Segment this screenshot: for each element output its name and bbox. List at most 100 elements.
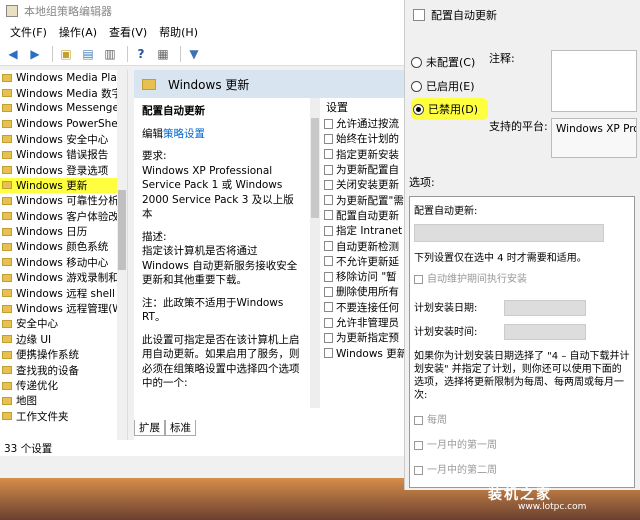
- tree-item[interactable]: Windows 远程 shell: [0, 285, 127, 300]
- filter-icon[interactable]: ▼: [185, 45, 203, 63]
- setting-item[interactable]: 移除访问 "暂: [320, 269, 404, 284]
- tree-item[interactable]: Windows 更新: [0, 177, 127, 194]
- properties-icon[interactable]: ▦: [154, 45, 172, 63]
- settings-column-header[interactable]: 设置: [320, 98, 404, 116]
- title-bar: 本地组策略编辑器: [0, 0, 404, 22]
- setting-item[interactable]: 为更新配置"需: [320, 192, 404, 207]
- tree-item[interactable]: 边缘 UI: [0, 332, 127, 347]
- tree-item[interactable]: 查找我的设备: [0, 362, 127, 377]
- install-day-dropdown[interactable]: [504, 300, 586, 316]
- tab-extended[interactable]: 扩展: [134, 420, 165, 436]
- first-week-checkbox[interactable]: [414, 440, 423, 450]
- setting-item[interactable]: 自动更新检测: [320, 238, 404, 253]
- setting-item[interactable]: 配置自动更新: [320, 208, 404, 223]
- tree-item[interactable]: Windows Media 数字权: [0, 85, 127, 100]
- tree-item[interactable]: Windows Media Playe: [0, 70, 127, 85]
- comment-label: 注释:: [489, 52, 515, 65]
- setting-item[interactable]: 始终在计划的: [320, 131, 404, 146]
- folder-icon: [2, 396, 12, 405]
- setting-item[interactable]: 为更新配置自: [320, 162, 404, 177]
- install-time-label: 计划安装时间:: [414, 326, 478, 338]
- setting-item[interactable]: 指定更新安装: [320, 147, 404, 162]
- more-text: 此设置可指定是否在该计算机上启用自动更新。如果启用了服务，则必须在组策略设置中选…: [142, 333, 300, 390]
- gpedit-window: 本地组策略编辑器 文件(F) 操作(A) 查看(V) 帮助(H) ◀ ▶ ▣ ▤…: [0, 0, 404, 478]
- tree-item[interactable]: Windows 移动中心: [0, 255, 127, 270]
- folder-icon: [2, 289, 12, 298]
- policy-setting-icon: [324, 317, 333, 328]
- tree-item[interactable]: Windows 登录选项: [0, 162, 127, 177]
- edit-policy-link[interactable]: 策略设置: [163, 128, 205, 140]
- up-folder-icon[interactable]: ▣: [57, 45, 75, 63]
- description-scrollbar[interactable]: [310, 98, 320, 408]
- second-week-checkbox[interactable]: [414, 465, 423, 475]
- schedule-note: 如果你为计划安装日期选择了 "4 – 自动下载并计划安装" 并指定了计划，则你还…: [414, 351, 630, 401]
- tree-item[interactable]: Windows 可靠性分析: [0, 193, 127, 208]
- watermark-logo: 装机之家 www.lotpc.com: [488, 487, 587, 512]
- setting-item[interactable]: 不允许更新延: [320, 254, 404, 269]
- comment-textarea[interactable]: [551, 50, 637, 112]
- radio-icon[interactable]: [411, 80, 422, 92]
- help-icon[interactable]: ?: [132, 45, 150, 63]
- setting-item[interactable]: 允许非管理员: [320, 315, 404, 330]
- tree-item[interactable]: Windows 颜色系统: [0, 239, 127, 254]
- setting-item[interactable]: 指定 Intranet: [320, 223, 404, 238]
- radio-not-configured[interactable]: 未配置(C): [411, 54, 475, 70]
- tree-item[interactable]: Windows 错误报告: [0, 147, 127, 162]
- menu-view[interactable]: 查看(V): [103, 24, 153, 40]
- policy-setting-icon: [324, 256, 333, 267]
- back-icon[interactable]: ◀: [4, 45, 22, 63]
- folder-icon: [2, 366, 12, 375]
- tree-item[interactable]: 便携操作系统: [0, 347, 127, 362]
- install-time-dropdown[interactable]: [504, 324, 586, 340]
- show-tree-icon[interactable]: ▤: [79, 45, 97, 63]
- folder-icon: [2, 350, 12, 359]
- tree-scrollbar[interactable]: [117, 70, 127, 440]
- config-dropdown[interactable]: [414, 224, 604, 242]
- tree-item[interactable]: Windows Messenger: [0, 101, 127, 116]
- setting-item[interactable]: 删除使用所有: [320, 284, 404, 299]
- policy-setting-icon: [324, 210, 333, 221]
- folder-icon: [2, 304, 12, 313]
- policy-setting-icon: [324, 241, 333, 252]
- maintenance-checkbox[interactable]: [414, 274, 423, 284]
- radio-disabled[interactable]: 已禁用(D): [411, 98, 489, 120]
- setting-item[interactable]: 关闭安装更新: [320, 177, 404, 192]
- tree-item[interactable]: Windows 日历: [0, 224, 127, 239]
- tree-item[interactable]: Windows 游戏录制和广: [0, 270, 127, 285]
- folder-icon: [2, 381, 12, 390]
- tree-item[interactable]: 安全中心: [0, 316, 127, 331]
- radio-icon[interactable]: [411, 56, 422, 68]
- setting-item[interactable]: 允许通过按流: [320, 116, 404, 131]
- tree-item[interactable]: Windows 远程管理(Wi: [0, 301, 127, 316]
- tab-standard[interactable]: 标准: [165, 420, 196, 436]
- install-day-label: 计划安装日期:: [414, 302, 478, 314]
- export-icon[interactable]: ▥: [101, 45, 119, 63]
- window-title: 本地组策略编辑器: [24, 5, 112, 18]
- tree-item[interactable]: 传递优化: [0, 378, 127, 393]
- options-label: 选项:: [409, 176, 435, 189]
- folder-icon: [2, 150, 12, 159]
- menu-file[interactable]: 文件(F): [4, 24, 53, 40]
- policy-setting-icon: [324, 164, 333, 175]
- requirements-text: Windows XP Professional Service Pack 1 或…: [142, 164, 294, 221]
- radio-enabled[interactable]: 已启用(E): [411, 78, 475, 94]
- setting-item[interactable]: Windows 更新: [320, 345, 404, 360]
- menu-action[interactable]: 操作(A): [53, 24, 103, 40]
- tree-item[interactable]: 工作文件夹: [0, 409, 127, 424]
- forward-icon[interactable]: ▶: [26, 45, 44, 63]
- folder-icon: [2, 166, 12, 175]
- app-icon: [6, 5, 18, 17]
- setting-item[interactable]: 不要连接任何: [320, 300, 404, 315]
- folder-icon: [2, 89, 12, 98]
- folder-icon: [2, 335, 12, 344]
- tree-item[interactable]: Windows 客户体验改善: [0, 209, 127, 224]
- tree-item[interactable]: 地图: [0, 393, 127, 408]
- tree-item[interactable]: Windows PowerShell: [0, 116, 127, 131]
- setting-item[interactable]: 为更新指定预: [320, 330, 404, 345]
- options-panel: 配置自动更新: 下列设置仅在选中 4 时才需要和适用。 自动维护期间执行安装 计…: [409, 196, 635, 488]
- radio-icon-selected[interactable]: [413, 103, 424, 115]
- weekly-checkbox[interactable]: [414, 415, 423, 425]
- menu-help[interactable]: 帮助(H): [153, 24, 204, 40]
- tree-item[interactable]: Windows 安全中心: [0, 132, 127, 147]
- folder-icon: [2, 258, 12, 267]
